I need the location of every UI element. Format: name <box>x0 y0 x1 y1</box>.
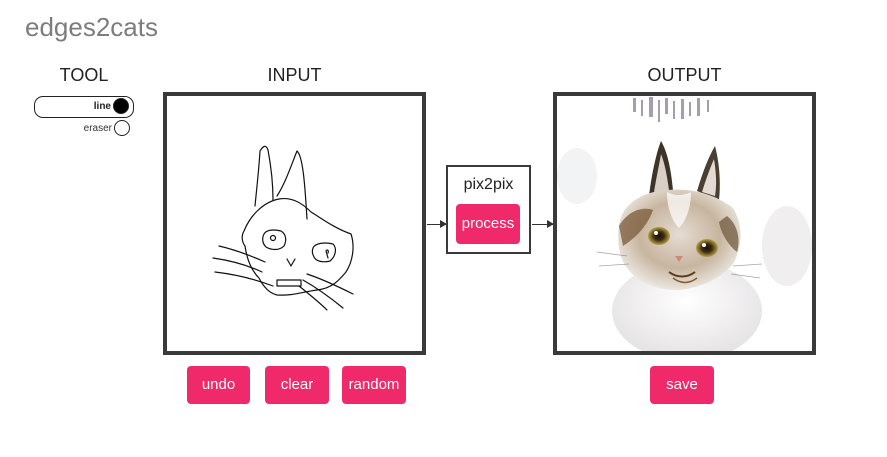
output-image-panel <box>553 92 816 355</box>
tool-option-line[interactable]: line <box>34 96 134 118</box>
output-heading: OUTPUT <box>647 65 722 85</box>
arrow-to-output-icon <box>532 220 554 228</box>
tool-heading: TOOL <box>59 65 109 85</box>
cat-sketch-drawing <box>212 145 354 311</box>
model-panel: pix2pix process <box>446 165 531 254</box>
random-button[interactable]: random <box>342 366 406 404</box>
tool-option-eraser-label: eraser <box>83 123 112 134</box>
app-title: edges2cats <box>25 12 158 42</box>
input-drawing-canvas[interactable] <box>163 92 426 355</box>
generated-cat-image <box>557 96 812 351</box>
process-button[interactable]: process <box>456 204 520 244</box>
clear-button[interactable]: clear <box>265 366 329 404</box>
tool-option-line-label: line <box>93 101 111 112</box>
input-heading: INPUT <box>267 65 322 85</box>
save-button[interactable]: save <box>650 366 714 404</box>
undo-button[interactable]: undo <box>187 366 250 404</box>
line-radio-selected-icon[interactable] <box>113 98 129 114</box>
tool-option-eraser[interactable]: eraser <box>34 118 134 140</box>
arrow-to-model-icon <box>427 220 447 228</box>
model-name: pix2pix <box>463 176 514 193</box>
eraser-radio-icon[interactable] <box>114 120 130 136</box>
